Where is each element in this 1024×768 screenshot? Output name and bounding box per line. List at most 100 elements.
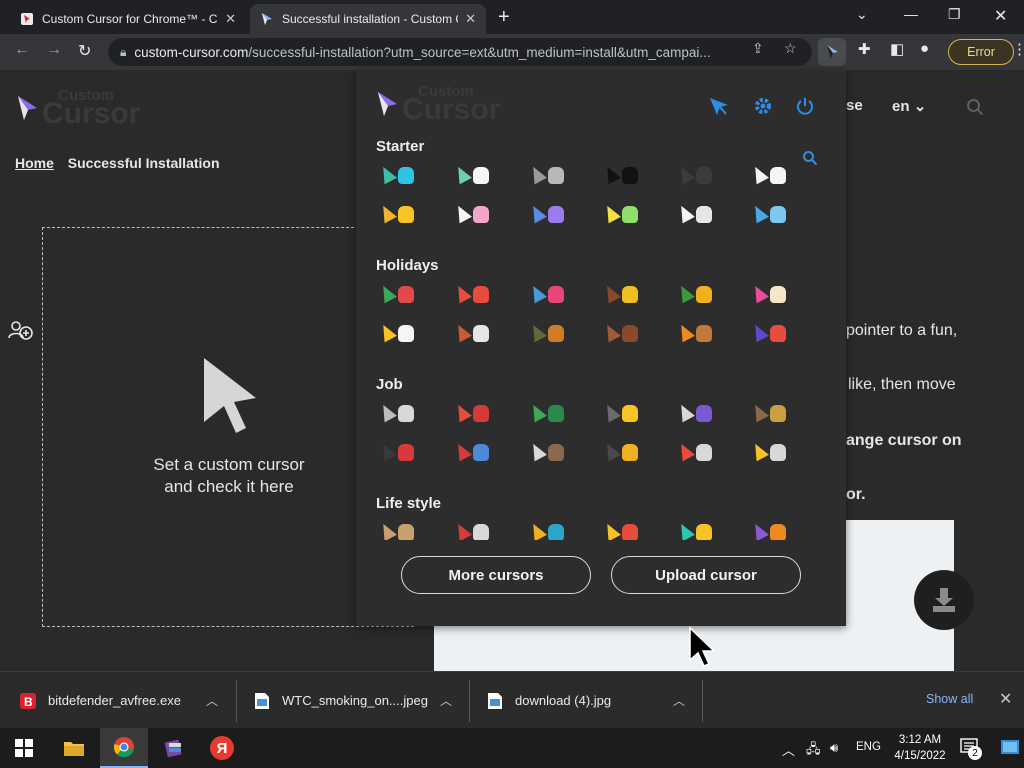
menu-kebab-icon[interactable]: ⋮ xyxy=(1012,40,1024,58)
cursor-pack-starter-12[interactable] xyxy=(748,202,792,228)
download-item-1[interactable]: B bitdefender_avfree.exe ︿ xyxy=(20,672,230,729)
cursor-pack-job-1[interactable] xyxy=(376,401,420,427)
cursor-pack-job-9[interactable] xyxy=(526,440,570,466)
address-bar[interactable]: 🔒︎ custom-cursor.com /successful-install… xyxy=(108,38,812,66)
intro-text-line-1: pointer to a fun, xyxy=(846,322,958,339)
cursor-pack-life-style-2[interactable] xyxy=(451,520,495,540)
bookmark-star-icon[interactable]: ☆ xyxy=(784,40,797,57)
file-explorer-button[interactable] xyxy=(50,728,98,768)
tab-custom-cursor[interactable]: Custom Cursor for Chrome™ - Chr ✕ xyxy=(10,4,246,34)
network-icon[interactable]: 🖧︎ xyxy=(806,740,821,762)
forward-icon[interactable]: → xyxy=(46,41,62,59)
cursor-pack-holidays-7[interactable] xyxy=(376,321,420,347)
cursor-pack-holidays-9[interactable] xyxy=(526,321,570,347)
start-button[interactable] xyxy=(0,728,48,768)
cursor-pack-holidays-3[interactable] xyxy=(526,282,570,308)
cursor-pack-starter-9[interactable] xyxy=(526,202,570,228)
cursor-arrow-icon xyxy=(749,440,769,462)
cursor-pack-holidays-6[interactable] xyxy=(748,282,792,308)
cursor-pack-life-style-1[interactable] xyxy=(376,520,420,540)
tab-successful-installation[interactable]: Successful installation - Custom C ✕ xyxy=(250,4,486,34)
cursor-pack-starter-10[interactable] xyxy=(600,202,644,228)
chrome-taskbar-button[interactable] xyxy=(100,728,148,768)
cursor-pack-job-12[interactable] xyxy=(748,440,792,466)
cursor-pack-holidays-12[interactable] xyxy=(748,321,792,347)
show-hidden-icons-chevron-icon[interactable]: ︿ xyxy=(782,740,795,759)
custom-cursor-extension-button[interactable] xyxy=(818,38,846,66)
minimize-button[interactable]: — xyxy=(904,6,918,22)
clock[interactable]: 3:12 AM 4/15/2022 xyxy=(888,732,952,764)
extensions-puzzle-icon[interactable]: ✚ xyxy=(858,40,871,58)
reload-icon[interactable]: ↻ xyxy=(78,41,91,61)
cursor-pointer-icon xyxy=(696,167,712,184)
upload-cursor-button[interactable]: Upload cursor xyxy=(611,556,801,594)
cursor-pack-holidays-8[interactable] xyxy=(451,321,495,347)
cursor-pack-starter-4[interactable] xyxy=(600,163,644,189)
tab-search-chevron-icon[interactable]: ⌄ xyxy=(856,6,868,23)
cursor-pack-life-style-6[interactable] xyxy=(748,520,792,540)
cursor-pack-holidays-10[interactable] xyxy=(600,321,644,347)
accessibility-people-icon[interactable] xyxy=(8,320,34,342)
cursor-pack-holidays-4[interactable] xyxy=(600,282,644,308)
show-desktop-button[interactable] xyxy=(1000,738,1020,758)
download-item-3[interactable]: download (4).jpg ︿ xyxy=(487,672,697,729)
cursor-pack-job-4[interactable] xyxy=(600,401,644,427)
new-tab-button[interactable]: + xyxy=(498,6,510,29)
cursor-pack-starter-5[interactable] xyxy=(674,163,718,189)
breadcrumb-home-link[interactable]: Home xyxy=(15,155,54,171)
cursor-pack-life-style-5[interactable] xyxy=(674,520,718,540)
cursor-pack-starter-7[interactable] xyxy=(376,202,420,228)
chevron-up-icon[interactable]: ︿ xyxy=(440,692,452,709)
download-button[interactable] xyxy=(914,570,974,630)
cursor-pack-holidays-11[interactable] xyxy=(674,321,718,347)
cursor-pack-holidays-2[interactable] xyxy=(451,282,495,308)
url-path: /successful-installation?utm_source=ext&… xyxy=(248,44,711,60)
cursor-pointer-icon xyxy=(473,524,489,540)
chevron-up-icon[interactable]: ︿ xyxy=(673,692,685,709)
side-panel-icon[interactable]: ◧ xyxy=(890,40,904,58)
more-cursors-button[interactable]: More cursors xyxy=(401,556,591,594)
cursor-pack-life-style-4[interactable] xyxy=(600,520,644,540)
error-button[interactable]: Error xyxy=(948,39,1014,65)
cursor-pack-starter-3[interactable] xyxy=(526,163,570,189)
cursor-pack-job-5[interactable] xyxy=(674,401,718,427)
winrar-button[interactable] xyxy=(150,728,198,768)
site-logo[interactable]: Custom Cursor xyxy=(16,88,140,128)
cursor-pack-starter-2[interactable] xyxy=(451,163,495,189)
cursor-pack-job-11[interactable] xyxy=(674,440,718,466)
nav-item-partial[interactable]: se xyxy=(846,97,863,114)
cursor-pointer-icon xyxy=(696,206,712,223)
cursor-pack-life-style-3[interactable] xyxy=(526,520,570,540)
close-window-button[interactable]: ✕ xyxy=(994,6,1007,26)
cursor-pack-job-3[interactable] xyxy=(526,401,570,427)
volume-icon[interactable]: 🔊︎ xyxy=(830,740,838,756)
close-tab-icon[interactable]: ✕ xyxy=(465,11,476,27)
search-icon[interactable] xyxy=(966,98,984,116)
notifications-button[interactable]: 2 xyxy=(960,738,984,760)
cursor-pack-job-10[interactable] xyxy=(600,440,644,466)
yandex-button[interactable]: Я xyxy=(198,728,246,768)
profile-avatar-icon[interactable]: ● xyxy=(920,40,929,57)
cursor-pack-holidays-1[interactable] xyxy=(376,282,420,308)
restore-button[interactable]: ❐ xyxy=(948,6,961,23)
cursor-pack-starter-1[interactable] xyxy=(376,163,420,189)
download-item-2[interactable]: WTC_smoking_on....jpeg ︿ xyxy=(254,672,464,729)
cursor-pack-job-6[interactable] xyxy=(748,401,792,427)
cursor-pack-starter-6[interactable] xyxy=(748,163,792,189)
cursor-pack-job-7[interactable] xyxy=(376,440,420,466)
input-language[interactable]: ENG xyxy=(856,741,881,753)
back-icon[interactable]: ← xyxy=(14,41,30,59)
bitdefender-icon: B xyxy=(20,692,36,709)
cursor-pack-starter-11[interactable] xyxy=(674,202,718,228)
language-selector[interactable]: en ⌄ xyxy=(892,97,926,115)
cursor-pack-job-8[interactable] xyxy=(451,440,495,466)
cursor-pack-starter-8[interactable] xyxy=(451,202,495,228)
show-all-link[interactable]: Show all xyxy=(926,692,973,706)
close-tab-icon[interactable]: ✕ xyxy=(225,11,236,27)
cursor-pack-holidays-5[interactable] xyxy=(674,282,718,308)
cursor-pack-job-2[interactable] xyxy=(451,401,495,427)
chevron-up-icon[interactable]: ︿ xyxy=(206,692,218,709)
chevron-down-icon: ⌄ xyxy=(913,98,927,115)
share-icon[interactable]: ⇪ xyxy=(752,40,764,57)
close-shelf-icon[interactable]: ✕ xyxy=(999,689,1012,709)
